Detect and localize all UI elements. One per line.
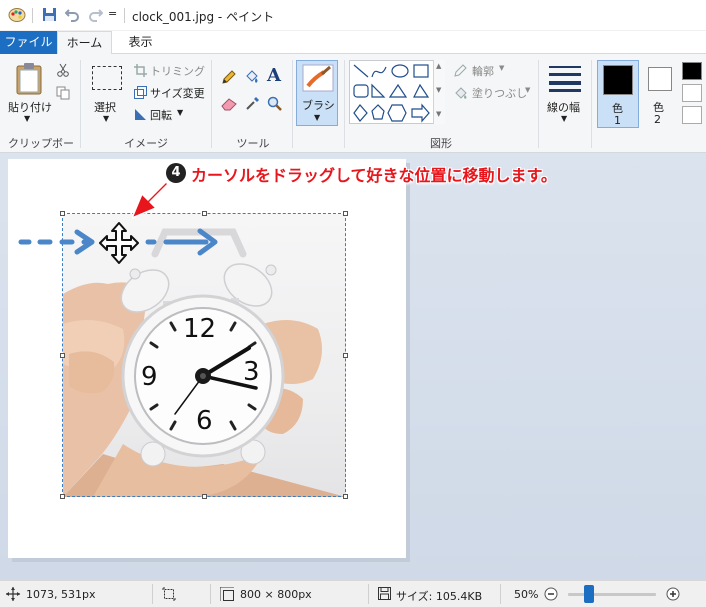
- fill-icon[interactable]: [454, 86, 469, 103]
- selection-handle-nw[interactable]: [60, 211, 65, 216]
- redo-icon[interactable]: [88, 7, 104, 25]
- color-picker-icon[interactable]: [245, 96, 260, 114]
- zoom-slider-thumb[interactable]: [584, 585, 594, 603]
- selection-handle-e[interactable]: [343, 353, 348, 358]
- line-width-icon[interactable]: [549, 64, 581, 95]
- outline-icon[interactable]: [454, 64, 468, 80]
- status-separator: [152, 584, 153, 604]
- selection-size-icon: [162, 587, 176, 604]
- paint-app-icon: [8, 7, 26, 26]
- image-group-label: イメージ: [124, 137, 168, 150]
- magnifier-icon[interactable]: [267, 96, 282, 114]
- ribbon-tabs: ファイル ホーム 表示: [0, 31, 706, 55]
- cut-icon[interactable]: [56, 63, 70, 80]
- ribbon-separator: [292, 60, 293, 148]
- pointer-arrow-icon: [131, 181, 169, 219]
- status-separator: [368, 584, 369, 604]
- ribbon-separator: [211, 60, 212, 148]
- ribbon-separator: [538, 60, 539, 148]
- tab-file[interactable]: ファイル: [0, 31, 57, 54]
- color2-number: 2: [654, 113, 661, 126]
- outline-dropdown-icon[interactable]: ▼: [499, 64, 504, 72]
- status-separator: [500, 584, 501, 604]
- shapes-scrollbar[interactable]: ▲ ▼ ▼: [433, 60, 445, 124]
- move-cursor-icon: [99, 222, 139, 264]
- color1-swatch: [603, 65, 633, 95]
- zoom-slider-track[interactable]: [568, 593, 656, 596]
- title-separator: [124, 8, 125, 23]
- brush-icon: [302, 64, 334, 95]
- pencil-icon[interactable]: [221, 70, 236, 88]
- copy-icon[interactable]: [56, 86, 70, 103]
- brush-label: ブラシ: [302, 99, 335, 112]
- brush-button[interactable]: ブラシ ▼: [296, 60, 338, 126]
- shapes-gallery: [349, 60, 445, 124]
- eraser-icon[interactable]: [221, 97, 237, 114]
- window-title: clock_001.jpg - ペイント: [132, 10, 275, 24]
- ribbon-separator: [344, 60, 345, 148]
- selection-handle-se[interactable]: [343, 494, 348, 499]
- ribbon-separator: [591, 60, 592, 148]
- line-width-dropdown-icon[interactable]: ▼: [561, 114, 567, 123]
- tab-view[interactable]: 表示: [118, 31, 163, 55]
- crop-button[interactable]: トリミング: [150, 63, 205, 79]
- palette-swatch-black[interactable]: [682, 62, 702, 80]
- fill-button[interactable]: 塗りつぶし: [472, 85, 527, 101]
- title-bar: = clock_001.jpg - ペイント: [0, 0, 706, 31]
- resize-button[interactable]: サイズ変更: [150, 85, 205, 101]
- color2-button[interactable]: 色 2: [644, 60, 676, 128]
- paste-dropdown-icon[interactable]: ▼: [24, 114, 30, 123]
- paste-button[interactable]: 貼り付け: [8, 99, 52, 115]
- rotate-icon[interactable]: [134, 108, 147, 124]
- undo-icon[interactable]: [64, 7, 80, 25]
- save-icon[interactable]: [42, 7, 57, 25]
- selection-handle-s[interactable]: [202, 494, 207, 499]
- resize-icon[interactable]: [134, 86, 147, 102]
- brush-dropdown-icon: ▼: [314, 113, 321, 122]
- select-button[interactable]: 選択: [94, 99, 116, 115]
- instruction-callout: カーソルをドラッグして好きな位置に移動します。: [191, 166, 557, 185]
- fill-bucket-icon[interactable]: [244, 69, 260, 88]
- qat-separator: [32, 8, 33, 23]
- cursor-position-text: 1073, 531px: [26, 588, 96, 601]
- ribbon-separator: [80, 60, 81, 148]
- rotate-button[interactable]: 回転: [150, 107, 172, 123]
- tab-home[interactable]: ホーム: [57, 31, 112, 55]
- status-separator: [210, 584, 211, 604]
- selection-handle-w[interactable]: [60, 353, 65, 358]
- color1-number: 1: [614, 114, 621, 127]
- file-size-text: サイズ: 105.4KB: [396, 590, 483, 603]
- step-number-badge: 4: [166, 163, 186, 183]
- qat-customize-dropdown[interactable]: =: [108, 7, 117, 20]
- rotate-dropdown-icon[interactable]: ▼: [177, 108, 183, 117]
- status-bar: 1073, 531px 800 × 800px サイズ: 105.4KB 50%: [0, 580, 706, 607]
- select-icon[interactable]: [92, 66, 122, 90]
- tools-group-label: ツール: [236, 137, 270, 150]
- selection-handle-sw[interactable]: [60, 494, 65, 499]
- zoom-percent-text: 50%: [514, 588, 539, 601]
- zoom-in-icon[interactable]: [666, 587, 680, 604]
- selection-handle-ne[interactable]: [343, 211, 348, 216]
- palette-swatch-empty[interactable]: [682, 106, 702, 124]
- select-dropdown-icon[interactable]: ▼: [103, 114, 109, 123]
- fill-dropdown-icon[interactable]: ▼: [525, 86, 530, 94]
- text-tool-icon[interactable]: A: [267, 65, 281, 86]
- crop-icon[interactable]: [134, 64, 147, 80]
- canvas-size-text: 800 × 800px: [240, 588, 312, 601]
- zoom-out-icon[interactable]: [544, 587, 558, 604]
- line-width-button[interactable]: 線の幅: [547, 99, 580, 115]
- canvas-size-icon: [219, 586, 234, 604]
- ribbon: 貼り付け ▼ クリップボード 選択 ▼ トリミング サイズ変更 回転 ▼ イメー…: [0, 54, 706, 166]
- selection-handle-n[interactable]: [202, 211, 207, 216]
- cursor-position-icon: [6, 587, 20, 604]
- paste-icon[interactable]: [14, 62, 44, 99]
- outline-button[interactable]: 輪郭: [472, 63, 494, 79]
- file-size-icon: [378, 587, 391, 603]
- color1-button[interactable]: 色 1: [597, 60, 639, 128]
- color2-swatch: [648, 67, 672, 91]
- palette-swatch-white[interactable]: [682, 84, 702, 102]
- shapes-group-label: 図形: [430, 137, 452, 150]
